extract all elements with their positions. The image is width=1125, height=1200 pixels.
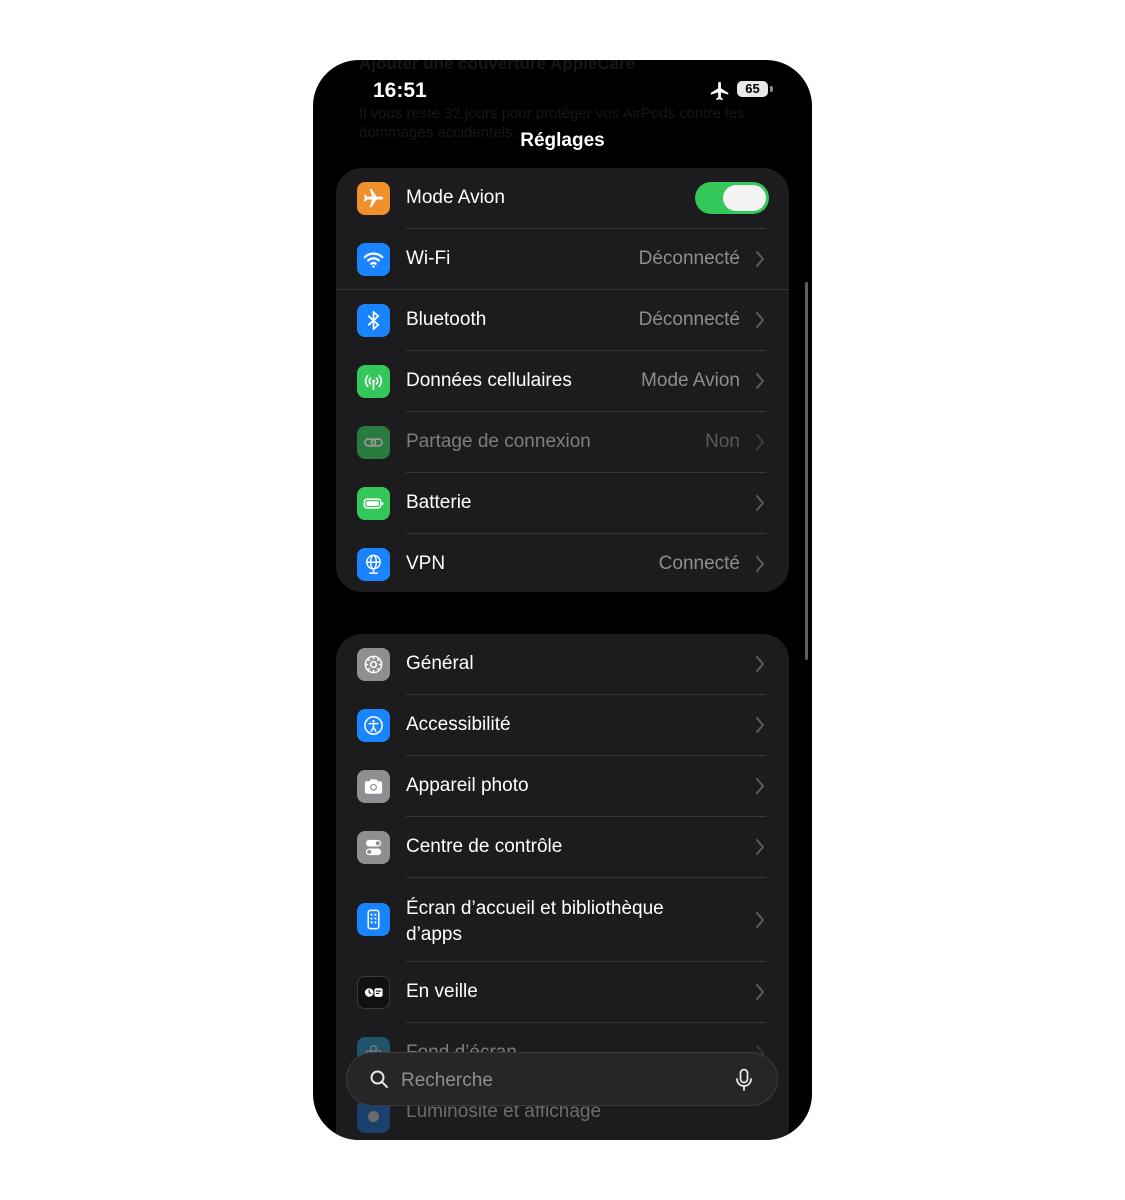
row-label: Accessibilité [406,714,511,735]
settings-row-cellular[interactable]: Données cellulaires Mode Avion [336,351,789,412]
battery-status-icon: 65 [737,81,768,97]
settings-row-battery[interactable]: Batterie [336,473,789,534]
wifi-icon [357,243,390,276]
row-label: Données cellulaires [406,370,572,391]
settings-row-general[interactable]: Général [336,634,789,695]
camera-icon [357,770,390,803]
row-value: Mode Avion [641,370,740,391]
settings-row-home-screen[interactable]: Écran d’accueil et bibliothèque d’apps [336,878,789,962]
row-value: Déconnecté [638,248,740,269]
chevron-right-icon [756,839,764,855]
gear-icon [357,648,390,681]
settings-row-hotspot[interactable]: Partage de connexion Non [336,412,789,473]
chevron-right-icon [756,556,764,572]
settings-row-control-center[interactable]: Centre de contrôle [336,817,789,878]
row-label: Écran d’accueil et bibliothèque d’apps [406,898,664,945]
row-value: Déconnecté [638,309,740,330]
search-bar[interactable]: Recherche [346,1052,778,1106]
row-label: Bluetooth [406,309,487,330]
row-label: Appareil photo [406,775,529,796]
row-value: Non [705,431,740,452]
chevron-right-icon [756,495,764,511]
airplane-icon [357,182,390,215]
chevron-right-icon [756,912,764,928]
row-value: Connecté [658,553,740,574]
settings-row-wifi[interactable]: Wi-Fi Déconnecté [336,229,789,290]
row-label: Partage de connexion [406,431,591,452]
airplane-status-icon [710,81,729,101]
row-label: Général [406,653,474,674]
chevron-right-icon [756,312,764,328]
settings-row-bluetooth[interactable]: Bluetooth Déconnecté [336,290,789,351]
row-label: Batterie [406,492,472,513]
row-label: En veille [406,981,478,1002]
chevron-right-icon [756,251,764,267]
chevron-right-icon [756,717,764,733]
settings-row-camera[interactable]: Appareil photo [336,756,789,817]
status-bar: 16:51 65 [313,60,812,120]
search-icon [370,1070,388,1088]
accessibility-icon [357,709,390,742]
row-label: Mode Avion [406,187,505,208]
connectivity-group: Mode Avion Wi-Fi Déconnecté Bluetooth Dé… [336,168,789,592]
settings-row-vpn[interactable]: VPN Connecté [336,534,789,592]
row-label: VPN [406,553,446,574]
vpn-globe-icon [357,548,390,581]
chevron-right-icon [756,984,764,1000]
hotspot-link-icon [357,426,390,459]
phone-screen: Ajouter une couverture AppleCare Il vous… [313,60,812,1140]
battery-tip [770,86,773,92]
home-screen-icon [357,903,390,936]
settings-row-accessibility[interactable]: Accessibilité [336,695,789,756]
scrollbar[interactable] [805,282,808,660]
bluetooth-icon [357,304,390,337]
battery-icon [357,487,390,520]
page-title: Réglages [520,130,605,151]
chevron-right-icon [756,656,764,672]
chevron-right-icon [756,778,764,794]
settings-row-standby[interactable]: En veille [336,962,789,1023]
chevron-right-icon [756,373,764,389]
row-label: Wi-Fi [406,248,451,269]
airplane-mode-toggle[interactable] [695,182,769,214]
standby-icon [357,976,390,1009]
search-placeholder: Recherche [401,1070,493,1091]
chevron-right-icon [756,434,764,450]
settings-row-mode-avion[interactable]: Mode Avion [336,168,789,229]
control-center-icon [357,831,390,864]
row-label: Centre de contrôle [406,836,563,857]
toggle-knob [723,185,766,211]
status-time: 16:51 [373,79,427,102]
cellular-antenna-icon [357,365,390,398]
microphone-icon[interactable] [735,1068,753,1092]
